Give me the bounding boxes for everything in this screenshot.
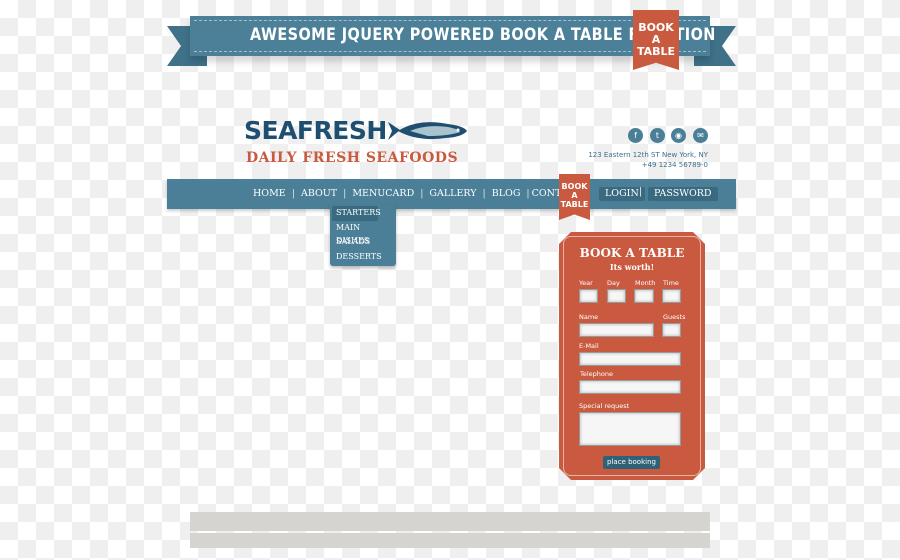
day-input[interactable] bbox=[607, 289, 626, 303]
fish-icon bbox=[388, 122, 467, 140]
form-subtitle: Its worth! bbox=[609, 262, 655, 272]
address: 123 Eastern 12th ST New York, NY bbox=[588, 151, 708, 159]
day-label: Day bbox=[607, 279, 620, 287]
year-input[interactable] bbox=[579, 289, 598, 303]
twitter-icon[interactable]: t bbox=[650, 128, 665, 143]
month-label: Month bbox=[635, 279, 656, 287]
nav-menucard[interactable]: MENUCARD bbox=[346, 188, 420, 199]
footer-bar-lower bbox=[190, 533, 710, 548]
guests-input[interactable] bbox=[662, 323, 681, 337]
telephone-input[interactable] bbox=[579, 380, 681, 394]
dropdown-item-starters[interactable]: STARTERS bbox=[332, 206, 381, 221]
menucard-dropdown: STARTERS MAIN DISHES SALADS DESSERTS bbox=[330, 205, 396, 266]
year-label: Year bbox=[579, 279, 593, 287]
request-textarea[interactable] bbox=[579, 412, 681, 446]
time-input[interactable] bbox=[662, 289, 681, 303]
name-label: Name bbox=[579, 313, 599, 321]
place-booking-button[interactable]: place booking bbox=[603, 456, 660, 469]
dropdown-item-salads[interactable]: SALADS bbox=[332, 235, 394, 250]
nav-gallery[interactable]: GALLERY bbox=[423, 188, 482, 199]
nav-book-table-tag[interactable]: BOOK A TABLE bbox=[559, 174, 590, 220]
dropdown-item-main-dishes[interactable]: MAIN DISHES bbox=[332, 221, 394, 245]
nav-blog[interactable]: BLOG bbox=[486, 188, 527, 199]
email-input[interactable] bbox=[579, 352, 681, 366]
guests-label: Guests bbox=[663, 313, 686, 321]
phone: +49 1234 56789-0 bbox=[641, 161, 708, 169]
telephone-label: Telephone bbox=[580, 370, 614, 378]
rss-icon[interactable]: ◉ bbox=[671, 128, 686, 143]
dropdown-item-desserts[interactable]: DESSERTS bbox=[332, 250, 394, 265]
nav-home[interactable]: HOME bbox=[247, 188, 292, 199]
month-input[interactable] bbox=[634, 289, 654, 303]
separator: | bbox=[639, 187, 643, 197]
booking-form: BOOK A TABLE Its worth! Year Day Month T… bbox=[559, 232, 705, 480]
login-button[interactable]: LOGIN bbox=[599, 187, 645, 201]
email-label: E-Mail bbox=[579, 342, 599, 350]
email-icon[interactable]: ✉ bbox=[693, 128, 708, 143]
tagline: DAILY FRESH SEAFOODS bbox=[246, 150, 459, 166]
time-label: Time bbox=[663, 279, 679, 287]
request-label: Special request bbox=[579, 402, 630, 410]
nav-about[interactable]: ABOUT bbox=[295, 188, 343, 199]
book-table-tag[interactable]: BOOK A TABLE bbox=[633, 10, 679, 70]
footer-bar bbox=[190, 512, 710, 531]
form-title: BOOK A TABLE bbox=[579, 246, 685, 260]
top-banner: AWESOME JQUERY POWERED BOOK A TABLE FUNC… bbox=[190, 16, 715, 56]
logo[interactable]: SEAFRESH bbox=[244, 116, 387, 145]
password-button[interactable]: PASSWORD bbox=[648, 187, 718, 201]
name-input[interactable] bbox=[579, 323, 654, 337]
facebook-icon[interactable]: f bbox=[628, 128, 643, 143]
